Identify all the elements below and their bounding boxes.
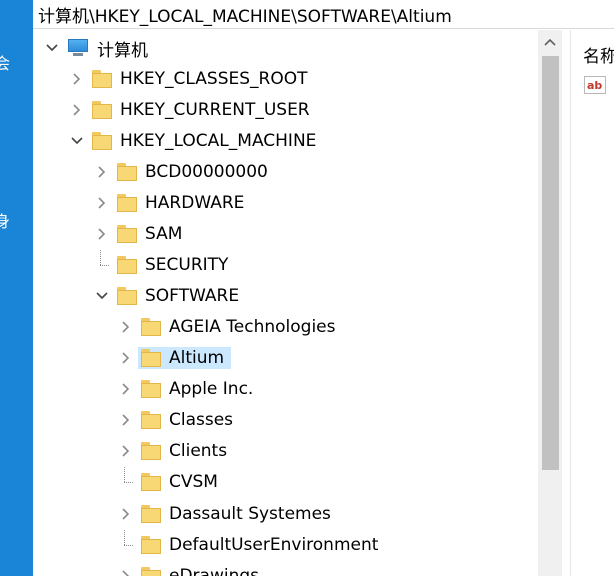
folder-icon [117,256,137,274]
tree-node-label: CVSM [169,472,218,492]
tree-node-label: SOFTWARE [145,286,240,306]
desktop-edge-text: 会 [0,54,11,73]
tree-node-hkey-current-user[interactable]: HKEY_CURRENT_USER [70,95,310,125]
tree-connector [119,530,133,552]
folder-icon [141,442,161,460]
tree-node-edrawings[interactable]: eDrawings [119,561,259,576]
chevron-right-icon[interactable] [119,382,133,396]
string-value-icon: ab [584,76,606,94]
folder-icon [141,349,161,367]
tree-node-label: HARDWARE [145,193,245,213]
computer-icon [67,39,89,57]
tree-node-clients[interactable]: Clients [119,436,227,466]
tree-node-label: DefaultUserEnvironment [169,535,379,555]
tree-node-sam[interactable]: SAM [95,219,182,249]
chevron-right-icon[interactable] [119,320,133,334]
folder-icon [117,225,137,243]
tree-node-label: Dassault Systemes [169,504,331,524]
folder-icon [141,318,161,336]
chevron-right-icon[interactable] [95,196,109,210]
folder-icon [141,505,161,523]
chevron-right-icon[interactable] [70,103,84,117]
tree-node-ageia[interactable]: AGEIA Technologies [119,312,336,342]
tree-node-altium[interactable]: Altium [119,343,232,373]
chevron-down-icon[interactable] [95,289,109,303]
tree-node-label: 计算机 [97,40,148,61]
tree-node-label: AGEIA Technologies [169,317,336,337]
tree-node-bcd[interactable]: BCD00000000 [95,157,268,187]
folder-icon [141,380,161,398]
folder-icon [92,101,112,119]
folder-icon [141,411,161,429]
tree-node-hkey-classes-root[interactable]: HKEY_CLASSES_ROOT [70,64,308,94]
tree-node-apple[interactable]: Apple Inc. [119,374,253,404]
tree-node-label: SAM [145,224,183,244]
chevron-down-icon[interactable] [45,41,59,55]
tree-scrollbar[interactable] [538,30,562,576]
chevron-right-icon[interactable] [95,227,109,241]
chevron-right-icon[interactable] [119,444,133,458]
column-header-name[interactable]: 名称 [583,42,614,67]
folder-icon [92,132,112,150]
tree-connector [95,250,109,272]
address-path: 计算机\HKEY_LOCAL_MACHINE\SOFTWARE\Altium [38,6,452,27]
tree-node-label: Altium [169,348,225,368]
folder-icon [141,567,161,576]
values-pane[interactable]: 名称 ab [571,30,614,576]
address-bar[interactable]: 计算机\HKEY_LOCAL_MACHINE\SOFTWARE\Altium [33,0,614,29]
folder-icon [141,473,161,491]
tree-node-label: Clients [169,441,228,461]
chevron-right-icon[interactable] [119,569,133,576]
folder-icon [141,536,161,554]
tree-node-label: SECURITY [145,255,229,275]
registry-tree[interactable]: 计算机 HKEY_CLASSES_ROOT HKEY_CURRENT_USER … [33,30,562,576]
folder-icon [117,194,137,212]
scroll-up-arrow-icon[interactable] [538,30,562,54]
chevron-right-icon[interactable] [70,72,84,86]
chevron-right-icon[interactable] [119,413,133,427]
selected-highlight[interactable]: Altium [138,347,232,369]
chevron-right-icon[interactable] [119,351,133,365]
tree-node-defaultuserenvironment[interactable]: DefaultUserEnvironment [119,530,378,560]
tree-node-label: BCD00000000 [145,162,268,182]
tree-node-label: Apple Inc. [169,379,254,399]
tree-connector [119,467,133,489]
tree-node-dassault[interactable]: Dassault Systemes [119,499,331,529]
chevron-right-icon[interactable] [119,507,133,521]
chevron-right-icon[interactable] [95,165,109,179]
tree-node-label: eDrawings [169,566,260,576]
tree-node-computer[interactable]: 计算机 [45,33,148,63]
tree-node-software[interactable]: SOFTWARE [95,281,239,311]
tree-node-label: Classes [169,410,234,430]
tree-node-security[interactable]: SECURITY [95,250,228,280]
tree-node-classes[interactable]: Classes [119,405,233,435]
tree-node-label: HKEY_CLASSES_ROOT [120,69,308,89]
folder-icon [117,287,137,305]
tree-node-hkey-local-machine[interactable]: HKEY_LOCAL_MACHINE [70,126,316,156]
scroll-thumb[interactable] [542,56,559,470]
tree-node-label: HKEY_CURRENT_USER [120,100,310,120]
chevron-down-icon[interactable] [70,134,84,148]
tree-node-label: HKEY_LOCAL_MACHINE [120,131,317,151]
folder-icon [92,70,112,88]
tree-node-hardware[interactable]: HARDWARE [95,188,244,218]
tree-node-cvsm[interactable]: CVSM [119,467,218,497]
folder-icon [117,163,137,181]
desktop-edge: 会 身 [0,0,33,576]
desktop-edge-text: 身 [0,212,11,231]
